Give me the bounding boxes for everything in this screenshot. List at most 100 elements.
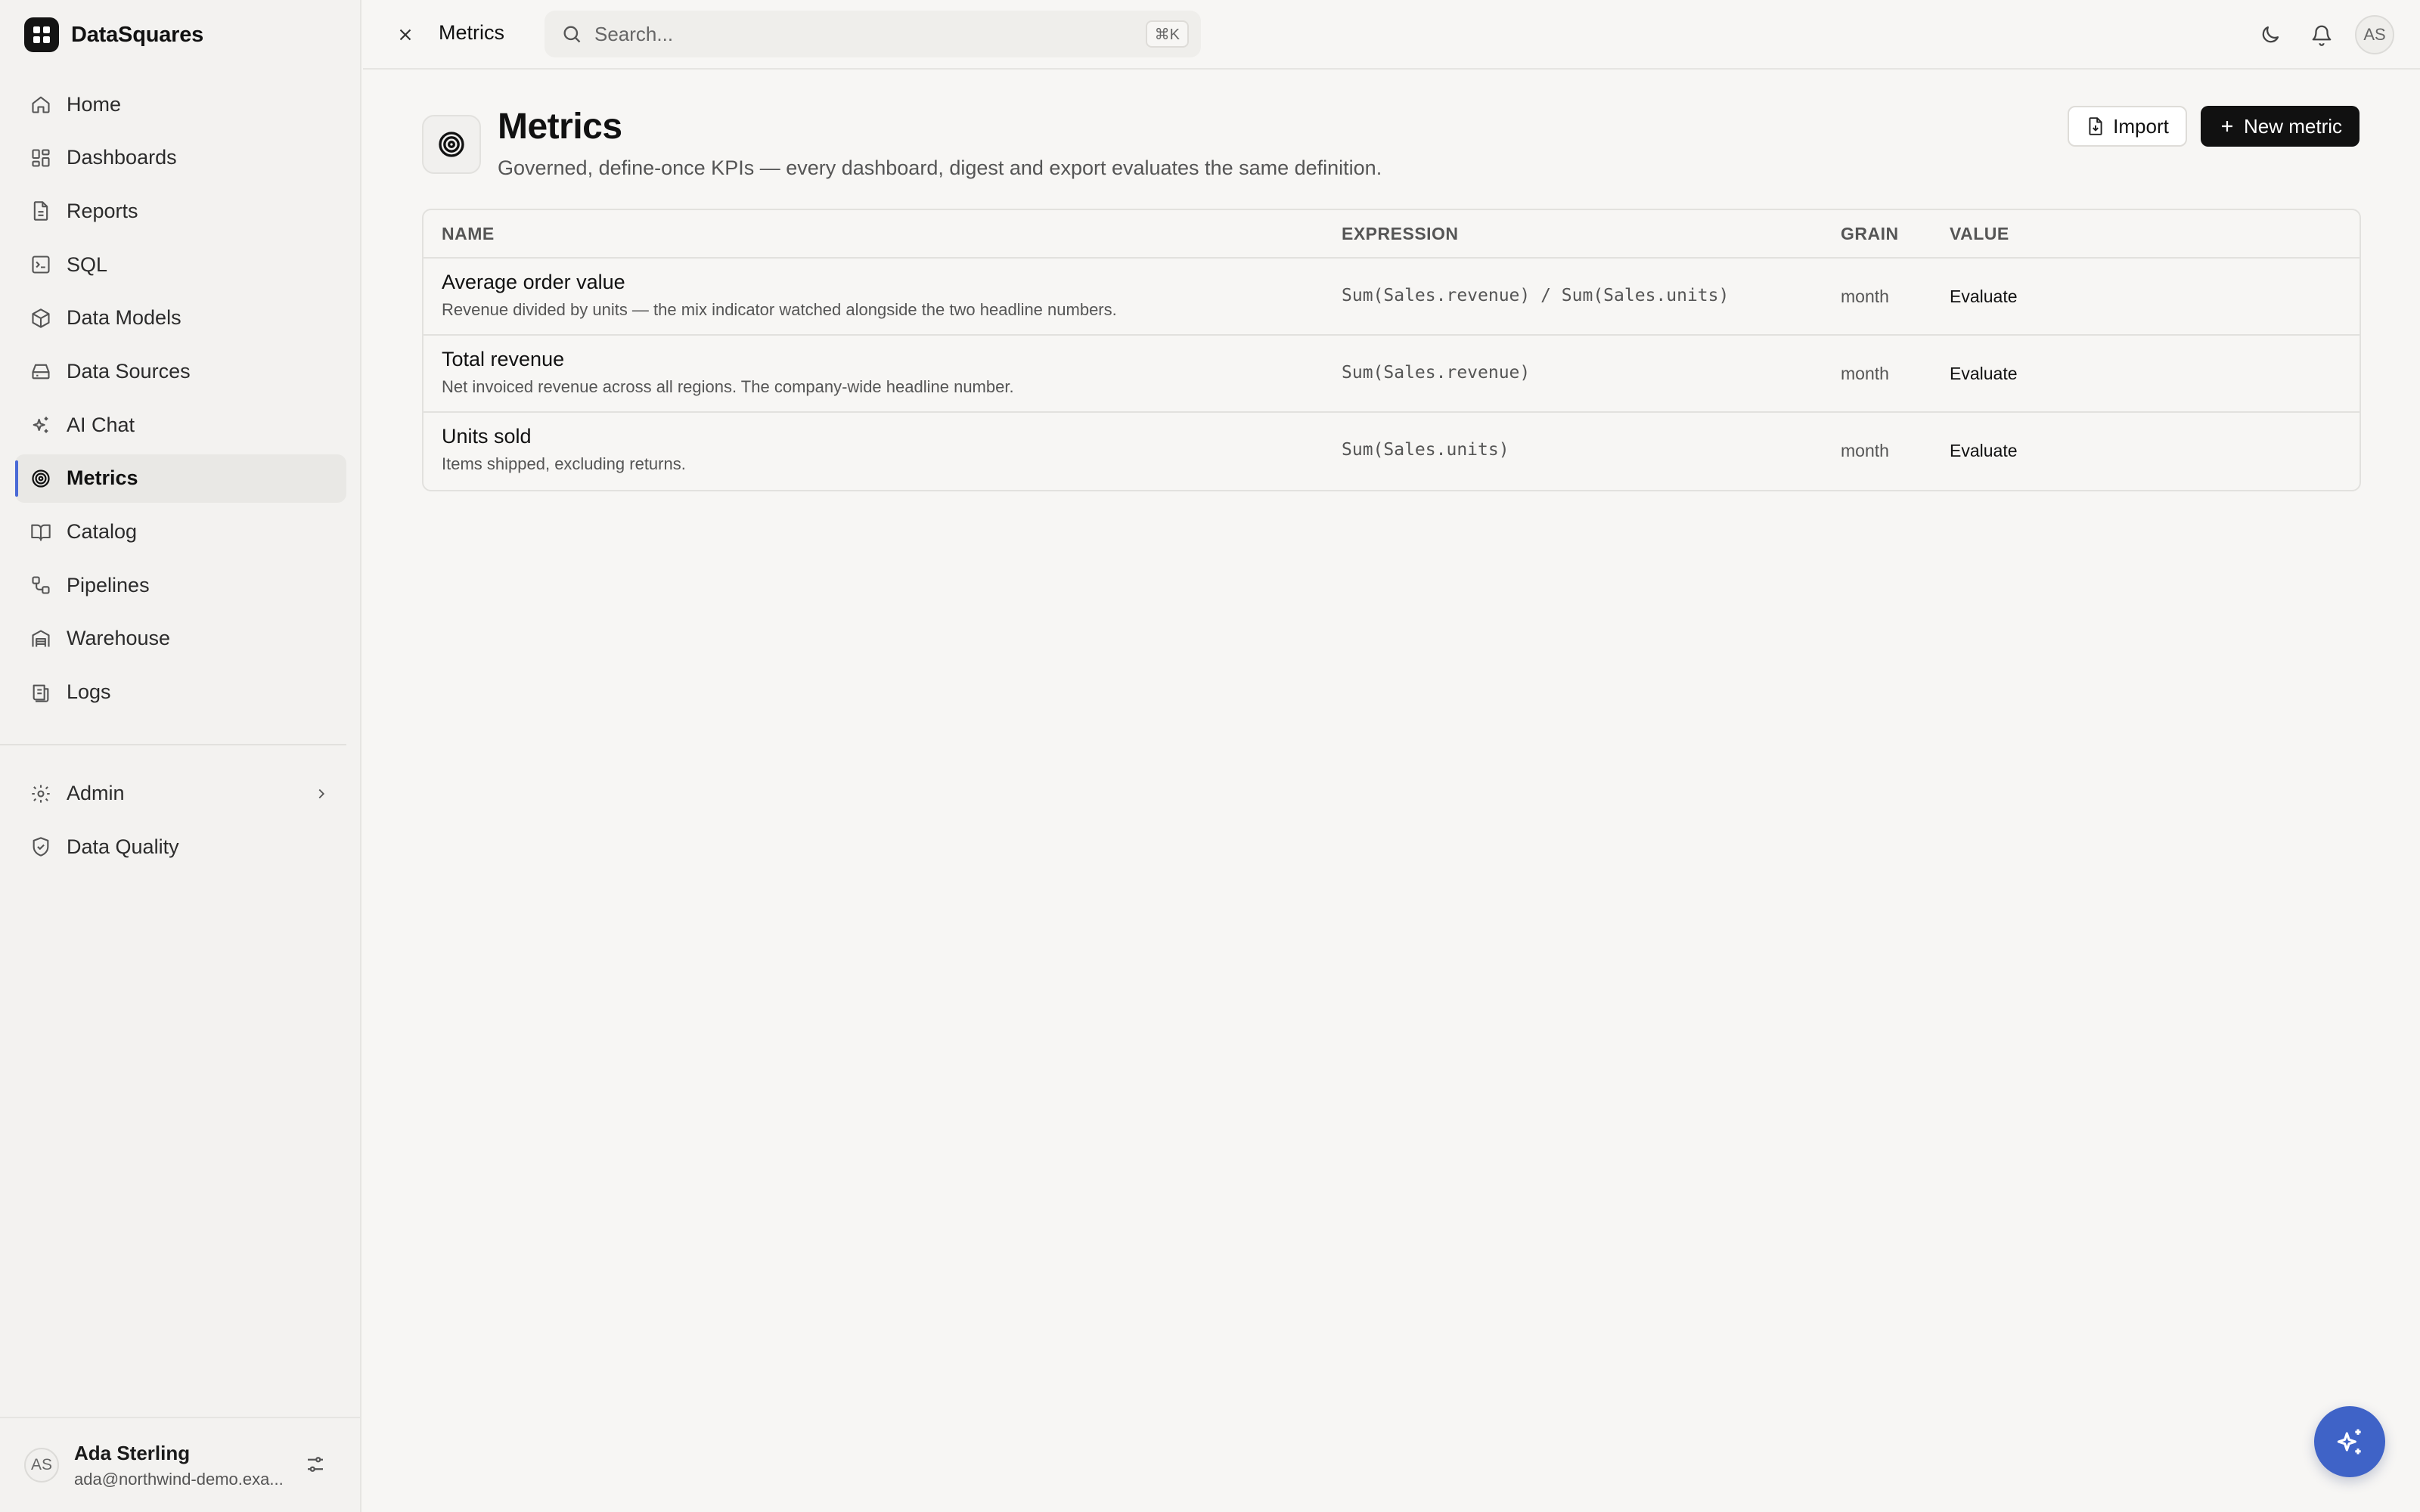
metric-expression: Sum(Sales.revenue): [1342, 363, 1531, 383]
sidebar-item-sql[interactable]: SQL: [15, 240, 346, 289]
sidebar-item-pipelines[interactable]: Pipelines: [15, 561, 346, 609]
report-file-icon: [29, 199, 53, 223]
import-button[interactable]: Import: [2068, 106, 2187, 147]
chevron-right-icon: [313, 785, 330, 802]
sparkles-icon: [2333, 1425, 2366, 1458]
sidebar-item-data-quality[interactable]: Data Quality: [15, 823, 346, 871]
cube-icon: [29, 306, 53, 330]
metric-name[interactable]: Units sold: [442, 425, 686, 448]
metric-name-cell: Units sold Items shipped, excluding retu…: [442, 425, 686, 474]
profile-email: ada@northwind-demo.exa...: [74, 1469, 284, 1489]
breadcrumb: Metrics: [439, 21, 504, 44]
table-header: NAME EXPRESSION GRAIN VALUE: [424, 210, 2360, 259]
sidebar-item-warehouse[interactable]: Warehouse: [15, 615, 346, 663]
sidebar-item-ai-chat[interactable]: AI Chat: [15, 401, 346, 449]
table-row[interactable]: Total revenue Net invoiced revenue acros…: [424, 336, 2360, 413]
metric-description: Net invoiced revenue across all regions.…: [442, 377, 1014, 396]
search-bar[interactable]: ⌘K: [544, 11, 1201, 57]
shield-check-icon: [29, 835, 53, 859]
bell-icon[interactable]: [2302, 15, 2341, 54]
settings-sliders-icon[interactable]: [304, 1453, 327, 1479]
sidebar-item-reports[interactable]: Reports: [15, 187, 346, 235]
sidebar-item-label: Catalog: [67, 520, 138, 543]
sidebar: DataSquares Home Dashboards Reports SQL …: [0, 0, 361, 1512]
column-header-expression[interactable]: EXPRESSION: [1342, 224, 1459, 244]
search-icon: [561, 23, 582, 45]
metric-name-cell: Average order value Revenue divided by u…: [442, 271, 1117, 320]
sparkles-icon: [29, 413, 53, 437]
ai-assistant-button[interactable]: [2314, 1406, 2385, 1477]
top-bar: Metrics ⌘K AS: [363, 0, 2420, 70]
sidebar-item-label: Pipelines: [67, 573, 150, 596]
table-row[interactable]: Average order value Revenue divided by u…: [424, 259, 2360, 336]
import-label: Import: [2113, 114, 2169, 138]
sidebar-item-label: Metrics: [67, 466, 138, 490]
sidebar-item-dashboards[interactable]: Dashboards: [15, 134, 346, 182]
avatar: AS: [24, 1448, 59, 1483]
column-header-grain[interactable]: GRAIN: [1841, 224, 1899, 244]
logs-icon: [29, 680, 53, 705]
sidebar-item-label: SQL: [67, 253, 108, 276]
new-metric-label: New metric: [2243, 114, 2342, 138]
evaluate-button[interactable]: Evaluate: [1950, 287, 2018, 307]
metric-description: Items shipped, excluding returns.: [442, 454, 686, 473]
hard-drive-icon: [29, 359, 53, 383]
sidebar-item-home[interactable]: Home: [15, 80, 346, 129]
book-open-icon: [29, 520, 53, 544]
dashboard-grid-icon: [29, 146, 53, 170]
warehouse-icon: [29, 627, 53, 651]
sidebar-nav: Home Dashboards Reports SQL Data Models …: [0, 80, 346, 876]
sidebar-item-logs[interactable]: Logs: [15, 668, 346, 717]
sidebar-item-label: Logs: [67, 680, 111, 704]
user-profile[interactable]: AS Ada Sterling ada@northwind-demo.exa..…: [0, 1417, 361, 1512]
sidebar-item-label: Data Sources: [67, 359, 191, 383]
sidebar-item-data-models[interactable]: Data Models: [15, 294, 346, 342]
sidebar-item-label: Admin: [67, 782, 125, 805]
terminal-icon: [29, 253, 53, 277]
metric-grain: month: [1841, 441, 1889, 460]
home-icon: [29, 92, 53, 116]
profile-text: Ada Sterling ada@northwind-demo.exa...: [74, 1442, 284, 1489]
gear-icon: [29, 782, 53, 806]
column-header-name[interactable]: NAME: [442, 224, 495, 244]
metric-grain: month: [1841, 287, 1889, 306]
metric-expression: Sum(Sales.units): [1342, 440, 1509, 460]
evaluate-button[interactable]: Evaluate: [1950, 441, 2018, 461]
page-subtitle: Governed, define-once KPIs — every dashb…: [498, 156, 1382, 179]
metric-expression: Sum(Sales.revenue) / Sum(Sales.units): [1342, 286, 1730, 305]
metric-grain: month: [1841, 364, 1889, 383]
app-name: DataSquares: [71, 22, 204, 47]
top-actions: AS: [2238, 15, 2394, 54]
file-import-icon: [2086, 116, 2105, 136]
brand[interactable]: DataSquares: [24, 17, 204, 52]
sidebar-item-data-sources[interactable]: Data Sources: [15, 347, 346, 395]
sidebar-item-label: Data Quality: [67, 835, 179, 858]
sidebar-item-label: AI Chat: [67, 413, 135, 436]
metric-name[interactable]: Average order value: [442, 271, 1117, 294]
sidebar-item-label: Dashboards: [67, 146, 177, 169]
sidebar-item-label: Warehouse: [67, 627, 171, 650]
page-title: Metrics: [498, 107, 622, 147]
sidebar-item-catalog[interactable]: Catalog: [15, 508, 346, 556]
moon-icon[interactable]: [2251, 15, 2290, 54]
new-metric-button[interactable]: New metric: [2201, 106, 2360, 147]
search-shortcut: ⌘K: [1145, 20, 1189, 48]
sidebar-item-admin[interactable]: Admin: [15, 770, 346, 818]
sidebar-item-label: Reports: [67, 199, 138, 222]
sidebar-item-metrics[interactable]: Metrics: [15, 454, 346, 503]
workflow-icon: [29, 573, 53, 597]
table-row[interactable]: Units sold Items shipped, excluding retu…: [424, 413, 2360, 490]
sidebar-divider: [0, 743, 346, 745]
profile-name: Ada Sterling: [74, 1441, 191, 1464]
close-icon[interactable]: [392, 21, 419, 48]
sidebar-item-label: Data Models: [67, 306, 182, 330]
evaluate-button[interactable]: Evaluate: [1950, 364, 2018, 384]
metric-description: Revenue divided by units — the mix indic…: [442, 300, 1117, 319]
search-input[interactable]: [594, 22, 1109, 46]
target-icon: [422, 115, 481, 174]
column-header-value[interactable]: VALUE: [1950, 224, 2009, 244]
metric-name[interactable]: Total revenue: [442, 348, 1014, 371]
avatar[interactable]: AS: [2355, 15, 2394, 54]
sidebar-item-label: Home: [67, 92, 122, 116]
target-icon: [29, 466, 53, 491]
